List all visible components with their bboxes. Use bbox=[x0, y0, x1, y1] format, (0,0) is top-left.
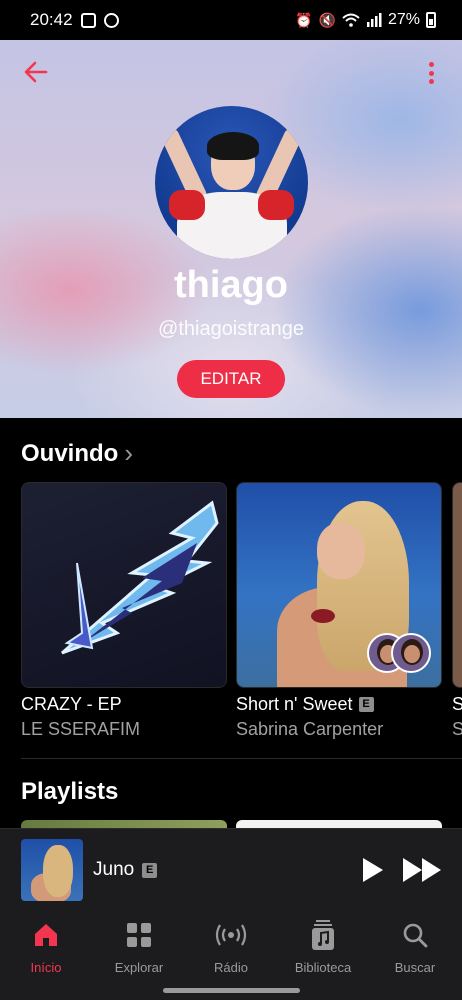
tab-label: Explorar bbox=[114, 960, 164, 975]
explicit-badge: E bbox=[358, 697, 374, 712]
album-artist: S bbox=[452, 719, 462, 739]
status-time: 20:42 bbox=[30, 10, 73, 29]
mute-icon: 🔇 bbox=[318, 11, 336, 28]
album-title: Short n' Sweet bbox=[236, 694, 353, 714]
album-card-partial[interactable] bbox=[452, 482, 462, 688]
back-button[interactable] bbox=[22, 58, 50, 86]
fast-forward-icon[interactable] bbox=[402, 857, 442, 883]
playlists-title: Playlists bbox=[21, 778, 119, 805]
grid-icon bbox=[127, 923, 151, 947]
gallery-icon bbox=[80, 12, 96, 28]
section-divider bbox=[21, 758, 462, 759]
now-playing-title: Juno bbox=[93, 859, 135, 880]
tab-bar: Início Explorar Rádio Biblioteca Buscar bbox=[0, 910, 462, 1000]
more-vertical-icon bbox=[428, 62, 434, 67]
profile-handle: @thiagoistrange bbox=[158, 318, 304, 340]
listening-title: Ouvindo bbox=[21, 439, 119, 467]
signal-icon bbox=[366, 13, 382, 27]
home-indicator[interactable] bbox=[163, 988, 300, 993]
avatar[interactable] bbox=[155, 106, 308, 259]
album-card-short-n-sweet[interactable] bbox=[236, 482, 442, 688]
album-artist: Sabrina Carpenter bbox=[236, 719, 384, 739]
alarm-icon: ⏰ bbox=[295, 11, 313, 28]
friends-listening bbox=[367, 633, 433, 673]
library-icon bbox=[312, 920, 334, 950]
tab-label: Início bbox=[30, 960, 62, 975]
tab-label: Biblioteca bbox=[294, 960, 352, 975]
album-card-crazy[interactable] bbox=[21, 482, 227, 688]
edit-profile-button[interactable]: EDITAR bbox=[177, 360, 285, 398]
tab-label: Buscar bbox=[394, 960, 436, 975]
album-title-row: Short n' Sweet E bbox=[236, 694, 374, 715]
listening-section-header[interactable]: Ouvindo › bbox=[21, 438, 133, 469]
now-playing-title-row: Juno E bbox=[93, 859, 158, 881]
whatsapp-icon bbox=[103, 12, 119, 28]
radio-icon bbox=[215, 924, 247, 946]
battery-level: 27% bbox=[387, 11, 420, 28]
mini-player[interactable]: Juno E bbox=[0, 828, 462, 910]
home-icon bbox=[35, 924, 57, 946]
arrow-left-icon bbox=[24, 61, 48, 83]
tab-radio[interactable]: Rádio bbox=[191, 920, 271, 975]
tab-label: Rádio bbox=[214, 960, 248, 975]
search-icon bbox=[403, 923, 428, 948]
playlists-section-header[interactable]: Playlists bbox=[21, 778, 118, 806]
tab-explorar[interactable]: Explorar bbox=[99, 920, 179, 975]
tab-biblioteca[interactable]: Biblioteca bbox=[283, 920, 363, 975]
friend-avatar bbox=[391, 633, 431, 673]
tab-buscar[interactable]: Buscar bbox=[375, 920, 455, 975]
more-options-button[interactable] bbox=[422, 60, 440, 86]
battery-icon bbox=[426, 12, 436, 28]
chevron-right-icon: › bbox=[124, 438, 133, 468]
profile-name: thiago bbox=[174, 264, 288, 306]
profile-header: thiago @thiagoistrange EDITAR bbox=[0, 40, 462, 418]
album-title: S bbox=[452, 694, 462, 714]
status-bar: 20:42 ⏰ 🔇 27% bbox=[0, 0, 462, 40]
album-artist: LE SSERAFIM bbox=[21, 719, 141, 739]
play-icon[interactable] bbox=[360, 857, 384, 883]
now-playing-artwork bbox=[21, 839, 83, 901]
album-title: CRAZY - EP bbox=[21, 694, 122, 714]
album-art-crazy bbox=[61, 500, 219, 655]
tab-inicio[interactable]: Início bbox=[6, 920, 86, 975]
wifi-icon bbox=[342, 13, 360, 27]
explicit-badge: E bbox=[142, 862, 158, 878]
